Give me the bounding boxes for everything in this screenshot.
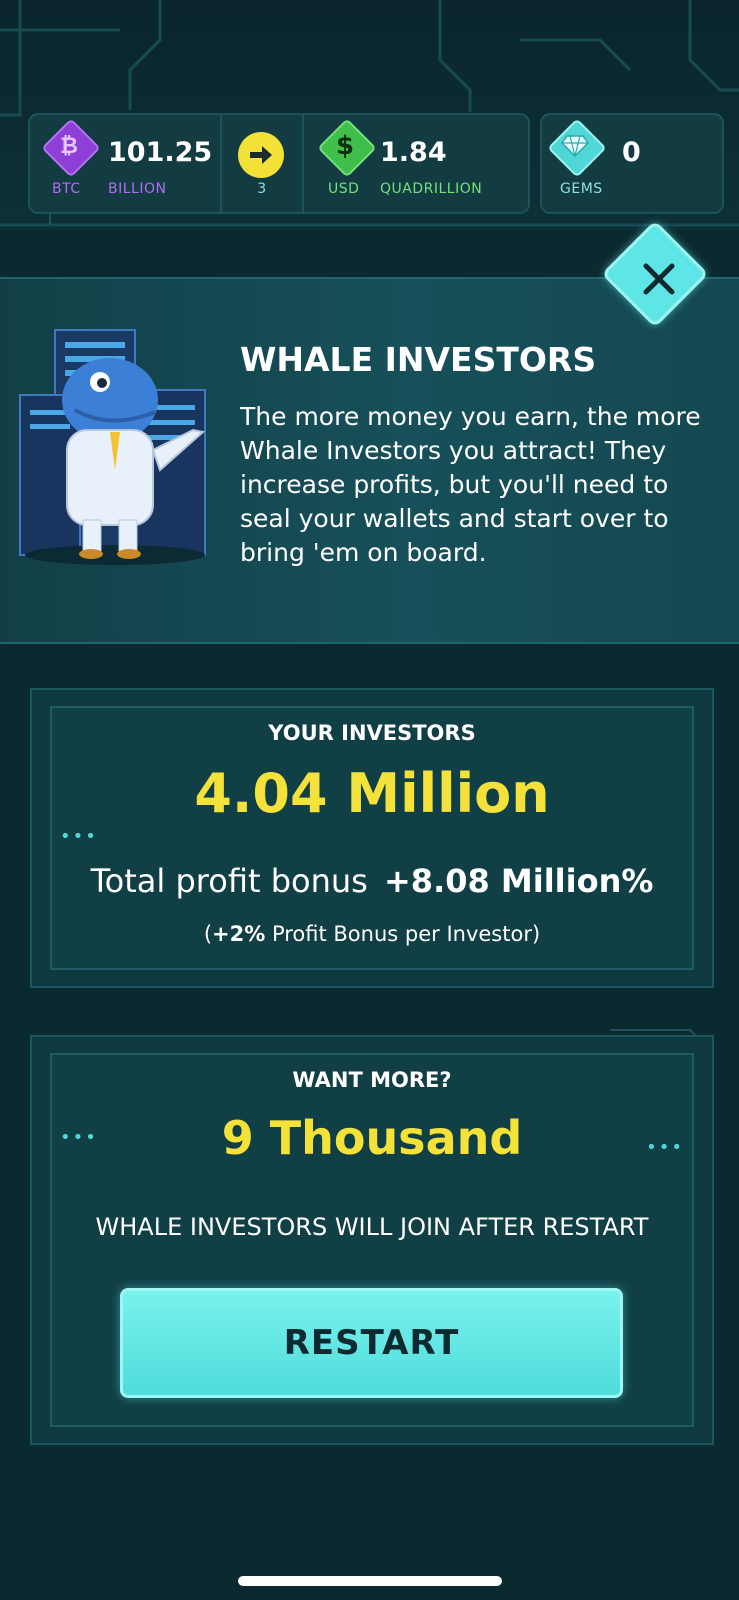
- whale-investor-illustration: [19, 329, 206, 565]
- home-indicator[interactable]: [238, 1576, 502, 1586]
- dots-decoration-left: •••: [60, 1127, 98, 1148]
- usd-amount: 1.84: [380, 137, 447, 168]
- bonus-value: +8.08 Million%: [383, 862, 654, 900]
- pending-investors-count: 9 Thousand: [221, 1111, 523, 1165]
- gem-icon: [548, 119, 602, 173]
- usd-unit: QUADRILLION: [380, 181, 483, 197]
- close-icon[interactable]: [628, 248, 690, 310]
- gems-code: GEMS: [560, 181, 603, 197]
- info-title: WHALE INVESTORS: [240, 340, 597, 379]
- dots-decoration: •••: [60, 826, 98, 847]
- btc-balance[interactable]: ₿ 101.25 BTC BILLION: [30, 115, 220, 212]
- want-more-label: WANT MORE?: [292, 1068, 452, 1092]
- gems-balance[interactable]: 0 GEMS: [540, 113, 724, 214]
- btc-unit: BILLION: [108, 181, 167, 197]
- your-investors-label: YOUR INVESTORS: [268, 721, 476, 745]
- per-investor-bonus: (+2% Profit Bonus per Investor): [203, 922, 541, 946]
- dots-decoration-right: •••: [646, 1137, 684, 1158]
- gems-amount: 0: [622, 137, 641, 168]
- investor-count: 4.04 Million: [194, 762, 550, 825]
- per-investor-percent: +2%: [212, 922, 266, 946]
- per-investor-text: Profit Bonus per Investor: [271, 922, 532, 946]
- restart-button[interactable]: RESTART: [120, 1288, 623, 1398]
- restart-note: WHALE INVESTORS WILL JOIN AFTER RESTART: [95, 1213, 649, 1241]
- restart-label: RESTART: [283, 1323, 460, 1363]
- currency-bar: ₿ 101.25 BTC BILLION 3 $ 1.84 USD QUADRI…: [28, 113, 530, 214]
- usd-code: USD: [328, 181, 360, 197]
- boost-count: 3: [257, 181, 267, 197]
- btc-code: BTC: [52, 181, 81, 197]
- boost-counter[interactable]: 3: [220, 115, 302, 212]
- btc-amount: 101.25: [108, 137, 213, 168]
- bonus-label: Total profit bonus: [90, 862, 368, 900]
- dollar-icon: $: [335, 131, 355, 161]
- info-description: The more money you earn, the more Whale …: [240, 402, 701, 567]
- usd-balance[interactable]: $ 1.84 USD QUADRILLION: [302, 115, 528, 212]
- total-profit-bonus: Total profit bonus +8.08 Million%: [32, 862, 712, 900]
- your-investors-card: YOUR INVESTORS 4.04 Million Total profit…: [30, 688, 714, 988]
- bitcoin-icon: ₿: [60, 134, 78, 159]
- arrow-right-icon: [238, 132, 284, 178]
